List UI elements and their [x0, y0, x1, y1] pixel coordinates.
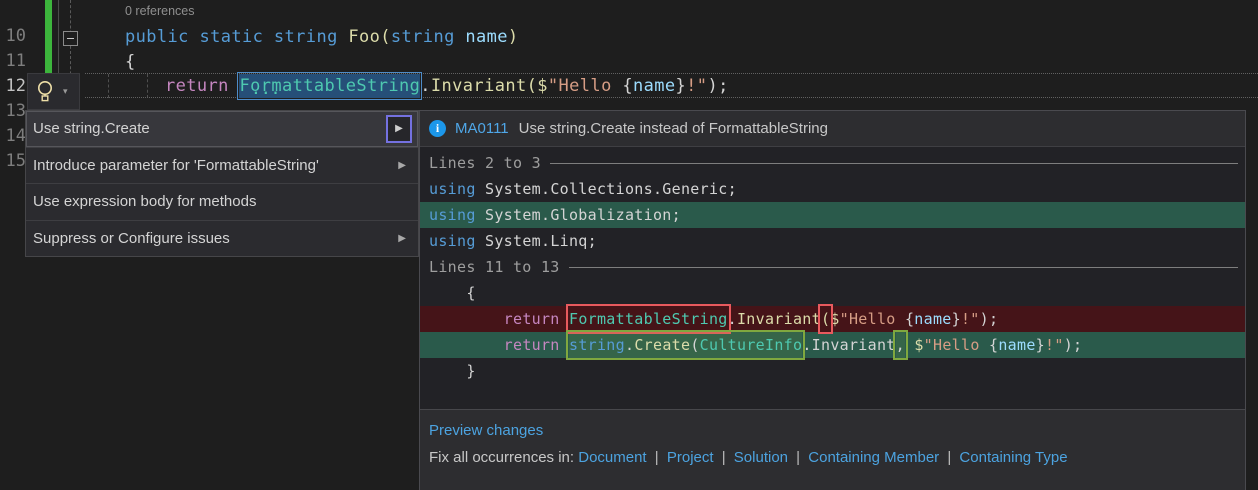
diff-line: using System.Collections.Generic; [420, 176, 1245, 202]
code-fix-preview-panel: i MA0111 Use string.Create instead of Fo… [419, 110, 1246, 490]
link-separator: | [647, 449, 663, 466]
link-separator: | [788, 449, 804, 466]
section-rule [569, 267, 1238, 268]
preview-changes-link[interactable]: Preview changes [429, 422, 543, 439]
diff-section-header: Lines 2 to 3 [420, 150, 1245, 176]
current-line-highlight: return FormattableString.Invariant($"Hel… [85, 73, 1258, 98]
line-number-15: 15 [0, 149, 26, 174]
fix-all-link-solution[interactable]: Solution [734, 449, 788, 466]
submenu-expander[interactable]: ▶ [386, 115, 412, 143]
info-icon: i [429, 120, 446, 137]
fix-all-label: Fix all occurrences in: [429, 449, 574, 466]
menu-item-3[interactable]: Use expression body for methods [26, 183, 418, 220]
diagnostic-id: MA0111 [455, 120, 509, 137]
lightbulb-icon [35, 80, 55, 103]
code-line-12[interactable]: return FormattableString.Invariant($"Hel… [165, 74, 729, 98]
link-separator: | [714, 449, 730, 466]
line-number-10: 10 [0, 24, 26, 49]
quick-actions-lightbulb[interactable]: ▾ [27, 73, 80, 110]
submenu-arrow-icon[interactable]: ▶ [398, 233, 410, 244]
link-separator: | [939, 449, 955, 466]
line-number-14: 14 [0, 124, 26, 149]
diff-line: { [420, 280, 1245, 306]
submenu-arrow-icon[interactable]: ▶ [398, 160, 410, 171]
fix-all-link-project[interactable]: Project [667, 449, 714, 466]
menu-item-label: Suppress or Configure issues [33, 230, 398, 247]
preview-footer: Preview changes Fix all occurrences in: … [420, 409, 1245, 490]
diff-line-removed: return FormattableString.Invariant($"Hel… [420, 306, 1245, 332]
quick-actions-menu: Use string.Create▶Introduce parameter fo… [25, 110, 419, 257]
menu-item-label: Use string.Create [33, 120, 386, 137]
red-annotation-box: ( [821, 306, 830, 332]
diff-line: using System.Linq; [420, 228, 1245, 254]
code-line-11[interactable]: { [125, 50, 136, 75]
menu-item-label: Use expression body for methods [33, 193, 410, 210]
diagnostic-header: i MA0111 Use string.Create instead of Fo… [420, 111, 1245, 147]
fix-all-link-containing-member[interactable]: Containing Member [808, 449, 939, 466]
code-line-10[interactable]: public static string Foo(string name) [125, 25, 519, 50]
menu-item-2[interactable]: Introduce parameter for 'FormattableStri… [26, 147, 418, 184]
submenu-arrow-icon[interactable]: ▶ [395, 123, 403, 134]
menu-item-label: Introduce parameter for 'FormattableStri… [33, 157, 398, 174]
collapse-region-icon[interactable] [63, 31, 78, 46]
line-number-13: 13 [0, 99, 26, 124]
red-annotation-box: FormattableString [569, 306, 728, 332]
section-rule [550, 163, 1238, 164]
diff-line-added: return string.Create(CultureInfo.Invaria… [420, 332, 1245, 358]
menu-item-1[interactable]: Use string.Create ▶ [26, 111, 418, 147]
diagnostic-message: Use string.Create instead of Formattable… [519, 120, 828, 137]
chevron-down-icon[interactable]: ▾ [63, 86, 68, 97]
suggestion-ellipsis: ... [252, 86, 281, 96]
fix-all-link-containing-type[interactable]: Containing Type [959, 449, 1067, 466]
fix-all-link-document[interactable]: Document [578, 449, 646, 466]
diff-preview: Lines 2 to 3using System.Collections.Gen… [420, 147, 1245, 384]
codelens-references[interactable]: 0 references [125, 4, 194, 18]
diff-section-header: Lines 11 to 13 [420, 254, 1245, 280]
menu-item-4[interactable]: Suppress or Configure issues▶ [26, 220, 418, 257]
line-number-11: 11 [0, 49, 26, 74]
green-annotation-box: , [896, 332, 905, 358]
diff-line-added: using System.Globalization; [420, 202, 1245, 228]
line-number-12: 12 [0, 74, 26, 99]
diff-line: } [420, 358, 1245, 384]
green-annotation-box: string.Create(CultureInfo [569, 332, 802, 358]
